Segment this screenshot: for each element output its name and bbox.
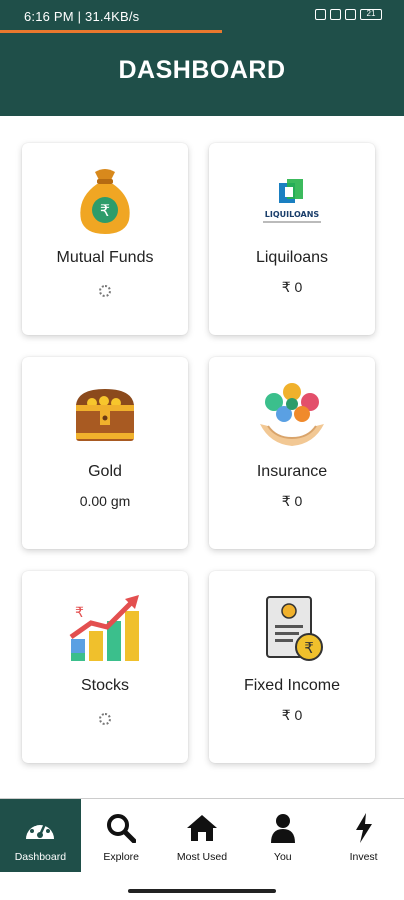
search-icon [81, 813, 162, 845]
card-stocks[interactable]: ₹ Stocks [22, 571, 188, 763]
nav-dashboard[interactable]: Dashboard [0, 799, 81, 872]
card-value: ₹ 0 [281, 493, 303, 509]
card-value: 0.00 gm [79, 493, 131, 509]
svg-text:₹: ₹ [100, 201, 110, 220]
signal-icon [330, 9, 341, 20]
card-value: ₹ 0 [281, 279, 303, 295]
wifi-icon [345, 9, 356, 20]
treasure-chest-icon [22, 379, 188, 451]
card-value: ₹ 0 [281, 707, 303, 723]
svg-text:₹: ₹ [304, 639, 314, 657]
card-title: Stocks [80, 677, 129, 694]
card-gold[interactable]: Gold 0.00 gm [22, 357, 188, 549]
user-icon [242, 813, 323, 845]
status-icons: 21 [315, 9, 382, 20]
nav-you[interactable]: You [242, 799, 323, 872]
nav-label: You [273, 851, 292, 863]
loading-progress-bar [0, 30, 222, 33]
status-time-speed: 6:16 PM | 31.4KB/s [24, 9, 140, 24]
nav-label: Explore [103, 851, 139, 863]
nav-invest[interactable]: Invest [323, 799, 404, 872]
loading-spinner [99, 713, 111, 725]
svg-text:LIQUILOANS: LIQUILOANS [265, 210, 320, 219]
card-liquiloans[interactable]: LIQUILOANS Liquiloans ₹ 0 [209, 143, 375, 335]
loading-spinner [99, 285, 111, 297]
money-bag-icon: ₹ [22, 165, 188, 237]
card-fixed-income[interactable]: ₹ Fixed Income ₹ 0 [209, 571, 375, 763]
home-icon [162, 813, 243, 845]
app-header: DASHBOARD [0, 34, 404, 116]
card-title: Gold [88, 463, 122, 480]
nav-label: Dashboard [14, 851, 67, 863]
page-title: DASHBOARD [118, 56, 286, 84]
card-title: Fixed Income [243, 677, 341, 694]
speedometer-icon [0, 813, 81, 845]
stocks-chart-icon: ₹ [22, 593, 188, 665]
bluetooth-icon [315, 9, 326, 20]
battery-icon: 21 [360, 9, 382, 20]
bottom-navigation: Dashboard Explore Most Used You Invest [0, 798, 404, 872]
nav-most-used[interactable]: Most Used [162, 799, 243, 872]
certificate-icon: ₹ [209, 593, 375, 665]
status-bar: 6:16 PM | 31.4KB/s 21 [0, 0, 404, 34]
liquiloans-logo: LIQUILOANS [209, 165, 375, 237]
lightning-icon [323, 813, 404, 845]
insurance-hands-icon [209, 379, 375, 451]
nav-explore[interactable]: Explore [81, 799, 162, 872]
card-title: Insurance [256, 463, 328, 480]
nav-label: Invest [349, 851, 378, 863]
home-indicator[interactable] [128, 889, 276, 893]
nav-label: Most Used [176, 851, 228, 863]
card-insurance[interactable]: Insurance ₹ 0 [209, 357, 375, 549]
card-mutual-funds[interactable]: ₹ Mutual Funds [22, 143, 188, 335]
card-title: Liquiloans [255, 249, 329, 266]
card-title: Mutual Funds [56, 249, 154, 266]
svg-text:₹: ₹ [75, 605, 84, 621]
